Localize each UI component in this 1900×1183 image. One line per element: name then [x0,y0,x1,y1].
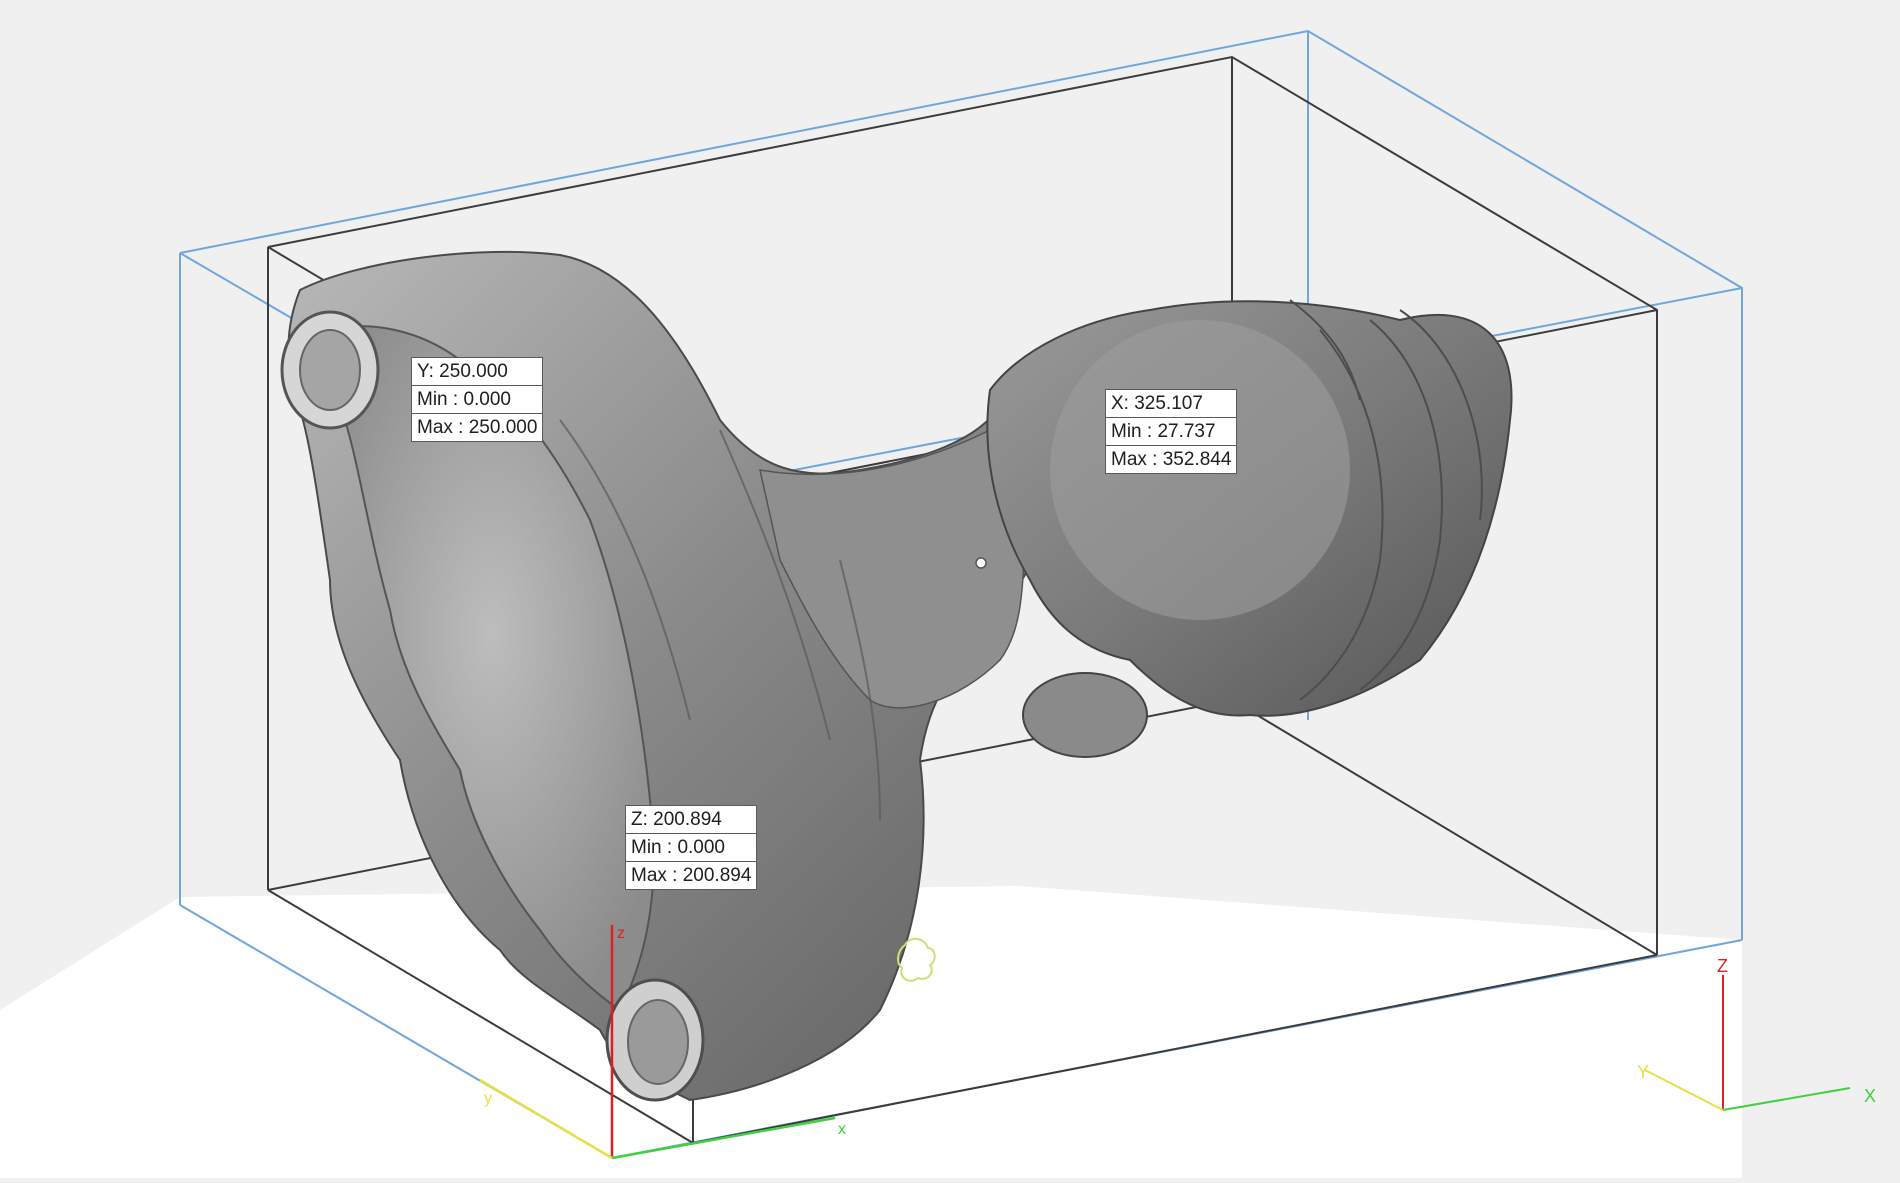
x-dimension-min: Min : 27.737 [1106,417,1237,445]
y-dimension-value: Y: 250.000 [417,361,508,382]
pivot-point-icon[interactable] [975,557,987,569]
z-dimension-callout: Z: 200.894 Min : 0.000 Max : 200.894 [625,805,758,890]
z-dimension-min: Min : 0.000 [626,833,757,861]
x-dimension-max: Max : 352.844 [1106,445,1237,473]
x-dimension-callout: X: 325.107 Min : 27.737 Max : 352.844 [1105,389,1238,474]
hair-bun [1022,672,1148,758]
shell-rim-inner [299,329,361,411]
triad-z-letter: Z [1717,956,1728,976]
z-dimension-max: Max : 200.894 [626,861,757,889]
scene-z-letter: z [617,925,625,942]
scene-y-letter: y [484,1090,492,1107]
triad-x-line [1722,1087,1851,1111]
y-dimension-min: Min : 0.000 [412,385,543,413]
x-dimension-value: X: 325.107 [1111,393,1203,414]
scene-x-letter: x [838,1121,846,1138]
triad-y-letter: Y [1637,1062,1649,1082]
y-dimension-max: Max : 250.000 [412,413,543,441]
triad-x-letter: X [1864,1086,1876,1106]
z-dimension-value: Z: 200.894 [631,809,722,830]
shell-bottom-rim-inner [627,999,689,1085]
scene-canvas[interactable]: z x y Z X Y [0,0,1900,1178]
y-dimension-callout: Y: 250.000 Min : 0.000 Max : 250.000 [411,357,544,442]
3d-viewport[interactable]: z x y Z X Y Y: 250.000 Min : 0.000 Max :… [0,0,1900,1178]
